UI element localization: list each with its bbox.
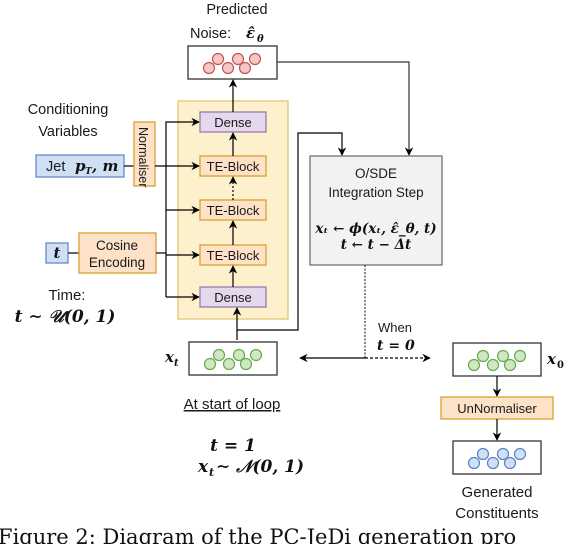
time-input-box: t — [45, 242, 69, 264]
integration-step-box: O/SDE Integration Step xₜ ← ϕ(xₜ, ε̂_θ, … — [309, 155, 443, 266]
svg-text:TE-Block: TE-Block — [207, 159, 260, 174]
unnormaliser-box: UnNormaliser — [440, 396, 554, 420]
network-block-te-2: TE-Block — [199, 199, 267, 221]
particle — [513, 349, 527, 363]
svg-text:Cosine: Cosine — [96, 238, 138, 253]
xt-particles-box — [188, 341, 278, 376]
when-condition: t = 0 — [377, 338, 415, 354]
x0-particles-box — [452, 342, 542, 377]
init-x: x — [197, 457, 209, 477]
particle — [239, 357, 253, 371]
particle — [503, 456, 517, 470]
particle — [513, 447, 527, 461]
normaliser-box: Normaliser — [133, 121, 156, 187]
svg-text:t: t — [209, 466, 214, 479]
x0-label: x — [546, 350, 557, 368]
diagram: Predicted Noise: ε̂ θ Conditioning Varia… — [0, 2, 564, 544]
particle — [222, 357, 236, 371]
svg-text:t: t — [174, 358, 179, 369]
particle — [203, 357, 217, 371]
particle — [467, 456, 481, 470]
svg-text:O/SDE: O/SDE — [355, 166, 397, 181]
predicted-noise-title-2: Noise: — [190, 26, 231, 42]
particle — [467, 358, 481, 372]
particle — [221, 61, 235, 75]
particle — [202, 61, 216, 75]
svg-text:TE-Block: TE-Block — [207, 248, 260, 263]
init-t: t = 1 — [210, 436, 256, 456]
particle — [476, 447, 490, 461]
time-title: Time: — [49, 287, 86, 304]
particle — [211, 52, 225, 66]
init-x-dist: ∼ 𝒩(0, 1) — [216, 457, 304, 477]
integration-eq2: t ← t − Δt — [341, 237, 412, 253]
network-block-dense-bottom: Dense — [199, 286, 267, 308]
svg-text:UnNormaliser: UnNormaliser — [457, 401, 537, 416]
svg-text:Dense: Dense — [214, 290, 252, 305]
network-block-te-1: TE-Block — [199, 155, 267, 177]
particle — [476, 349, 490, 363]
svg-text:t: t — [54, 244, 61, 262]
predicted-noise-title: Predicted — [206, 2, 267, 18]
epsilon-sub: θ — [257, 34, 264, 45]
network-block-dense-top: Dense — [199, 111, 267, 133]
svg-text:Integration Step: Integration Step — [328, 185, 423, 200]
cosine-encoding-box: Cosine Encoding — [78, 232, 157, 274]
particle — [486, 358, 500, 372]
conditioning-title-2: Variables — [38, 124, 97, 140]
svg-text:0: 0 — [557, 360, 564, 371]
svg-text:Jet: Jet — [46, 159, 65, 175]
start-of-loop-label: At start of loop — [184, 396, 281, 413]
particle — [212, 348, 226, 362]
when-label: When — [378, 320, 412, 335]
particle — [238, 61, 252, 75]
generated-title: Generated — [462, 484, 533, 501]
generated-particles-box — [452, 440, 542, 475]
particle — [249, 348, 263, 362]
jet-variables-box: Jet p T , m — [35, 154, 125, 178]
integration-eq1: xₜ ← ϕ(xₜ, ε̂_θ, t) — [314, 221, 436, 237]
epsilon-hat-symbol: ε̂ — [246, 24, 255, 42]
particle — [248, 52, 262, 66]
predicted-noise-box — [187, 45, 278, 80]
time-distribution: t ∼ 𝒰(0, 1) — [15, 307, 116, 327]
conditioning-title: Conditioning — [28, 102, 109, 118]
network-block-te-3: TE-Block — [199, 244, 267, 266]
particle — [486, 456, 500, 470]
figure-caption: Figure 2: Diagram of the PC-JeDi generat… — [0, 525, 516, 544]
svg-text:Dense: Dense — [214, 115, 252, 130]
svg-text:Normaliser: Normaliser — [136, 127, 150, 187]
generated-title-2: Constituents — [455, 505, 538, 522]
svg-text:TE-Block: TE-Block — [207, 203, 260, 218]
svg-text:, m: , m — [91, 157, 118, 175]
particle — [503, 358, 517, 372]
svg-text:Encoding: Encoding — [89, 255, 145, 270]
